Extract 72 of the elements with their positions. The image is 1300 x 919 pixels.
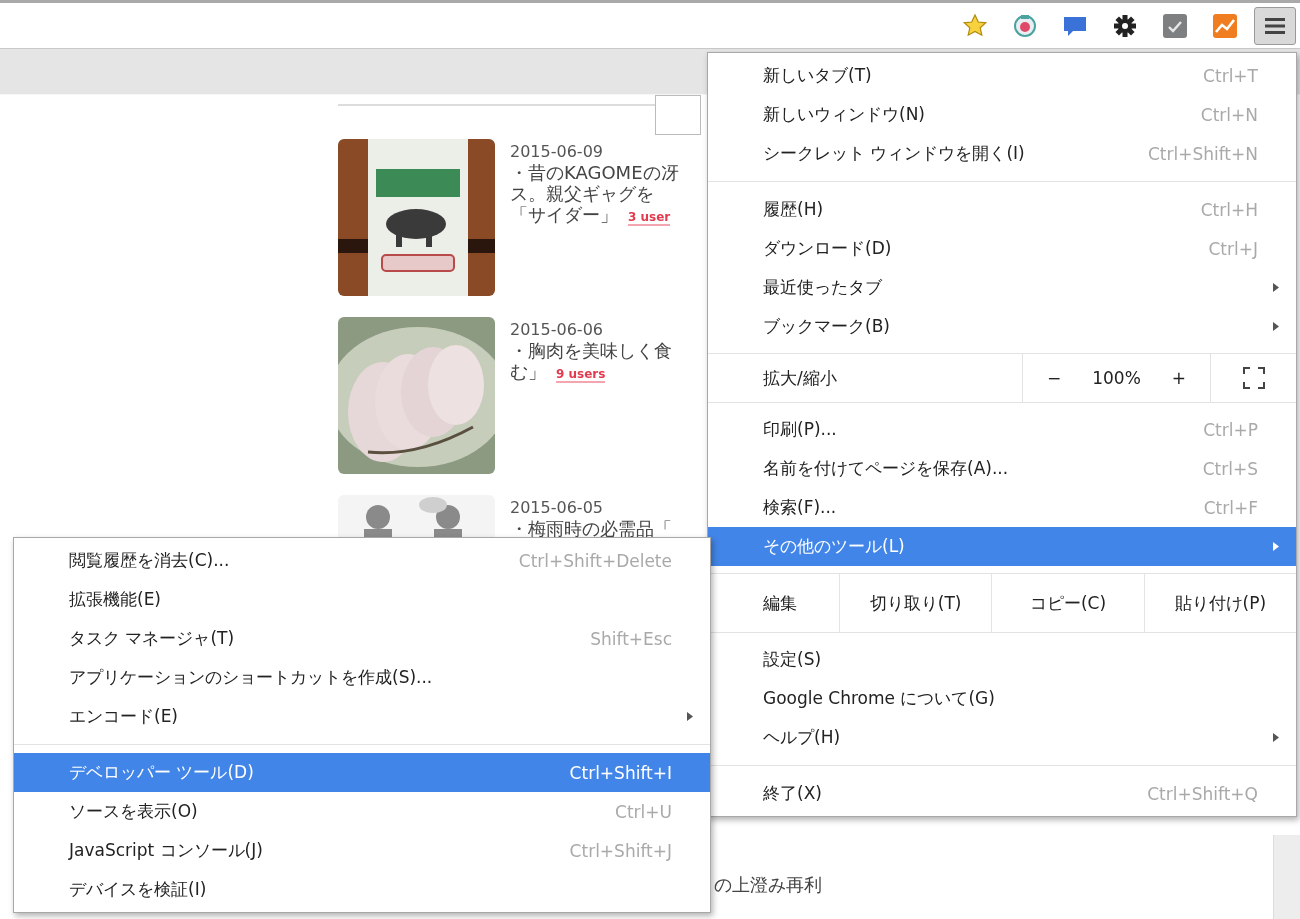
zoom-level: 100% bbox=[1092, 368, 1141, 388]
article-text: ・胸肉を美味しく食 bbox=[510, 340, 672, 361]
menu-item[interactable]: ソースを表示(O) Ctrl+U bbox=[14, 792, 710, 831]
shortcut-text: Ctrl+Shift+N bbox=[1147, 143, 1258, 164]
article-text: 「サイダー」 bbox=[510, 204, 618, 225]
chart-icon[interactable] bbox=[1212, 12, 1238, 39]
menu-item[interactable]: シークレット ウィンドウを開く(I) Ctrl+Shift+N bbox=[708, 134, 1296, 173]
edit-button[interactable]: 切り取り(T) bbox=[839, 574, 992, 632]
article-date: 2015-06-05 bbox=[510, 497, 604, 518]
article-text: ・梅雨時の必需品「 bbox=[510, 518, 672, 539]
menu-item[interactable]: 閲覧履歴を消去(C)... Ctrl+Shift+Delete bbox=[14, 541, 710, 580]
shortcut-text: Ctrl+Shift+I bbox=[569, 762, 672, 783]
star-icon[interactable] bbox=[962, 12, 988, 39]
shortcut-text: Ctrl+Shift+Q bbox=[1147, 783, 1258, 804]
submenu-arrow-icon bbox=[1273, 542, 1279, 551]
scrollbar-track[interactable] bbox=[1273, 835, 1300, 919]
submenu-arrow-icon bbox=[687, 712, 693, 721]
article-text: ・昔のKAGOMEの冴 bbox=[510, 162, 679, 183]
shortcut-text: Ctrl+Shift+Delete bbox=[518, 550, 672, 571]
menu-item[interactable]: 印刷(P)... Ctrl+P bbox=[708, 410, 1296, 449]
edit-label: 編集 bbox=[762, 591, 798, 615]
menu-item[interactable]: JavaScript コンソール(J) Ctrl+Shift+J bbox=[14, 831, 710, 870]
menu-item[interactable]: ダウンロード(D) Ctrl+J bbox=[708, 229, 1296, 268]
zoom-in-button[interactable]: + bbox=[1165, 364, 1192, 392]
menu-item[interactable]: 履歴(H) Ctrl+H bbox=[708, 190, 1296, 229]
check-box-icon[interactable] bbox=[1162, 12, 1188, 39]
edit-button[interactable]: コピー(C) bbox=[991, 574, 1144, 632]
menu-item[interactable]: 設定(S) bbox=[708, 640, 1296, 679]
shortcut-text: Ctrl+N bbox=[1200, 104, 1258, 125]
menu-item[interactable]: アプリケーションのショートカットを作成(S)... bbox=[14, 658, 710, 697]
shortcut-text: Ctrl+S bbox=[1202, 458, 1258, 479]
menu-item[interactable]: エンコード(E) bbox=[14, 697, 710, 736]
shortcut-text: Ctrl+U bbox=[615, 801, 672, 822]
shortcut-text: Ctrl+T bbox=[1203, 65, 1258, 86]
article-date: 2015-06-09 bbox=[510, 141, 604, 162]
zoom-out-button[interactable]: − bbox=[1041, 364, 1068, 392]
zoom-label: 拡大/縮小 bbox=[762, 366, 838, 390]
bookmark-count-link[interactable]: 3 user bbox=[628, 210, 671, 226]
menu-item[interactable]: Google Chrome について(G) bbox=[708, 679, 1296, 718]
article-text: の上澄み再利 bbox=[714, 873, 822, 897]
submenu-arrow-icon bbox=[1273, 283, 1279, 292]
menu-item[interactable]: 終了(X) Ctrl+Shift+Q bbox=[708, 774, 1296, 813]
menu-item[interactable]: 検索(F)... Ctrl+F bbox=[708, 488, 1296, 527]
menu-item[interactable]: ヘルプ(H) bbox=[708, 718, 1296, 757]
search-field[interactable] bbox=[655, 95, 701, 135]
edit-button[interactable]: 貼り付け(P) bbox=[1143, 574, 1296, 632]
menu-item[interactable]: タスク マネージャ(T) Shift+Esc bbox=[14, 619, 710, 658]
menu-item[interactable]: 名前を付けてページを保存(A)... Ctrl+S bbox=[708, 449, 1296, 488]
shortcut-text: Ctrl+Shift+J bbox=[569, 840, 672, 861]
shortcut-text: Ctrl+J bbox=[1208, 238, 1258, 259]
menu-item[interactable]: 新しいウィンドウ(N) Ctrl+N bbox=[708, 95, 1296, 134]
settings-icon[interactable] bbox=[1112, 12, 1138, 39]
shortcut-text: Ctrl+F bbox=[1203, 497, 1258, 518]
menu-item[interactable]: その他のツール(L) bbox=[708, 527, 1296, 566]
menu-button[interactable] bbox=[1254, 6, 1296, 45]
shortcut-text: Ctrl+H bbox=[1200, 199, 1258, 220]
menu-item[interactable]: 拡張機能(E) bbox=[14, 580, 710, 619]
menu-item[interactable]: デベロッパー ツール(D) Ctrl+Shift+I bbox=[14, 753, 710, 792]
article-date: 2015-06-06 bbox=[510, 319, 604, 340]
menu-item[interactable]: 最近使ったタブ bbox=[708, 268, 1296, 307]
submenu-arrow-icon bbox=[1273, 322, 1279, 331]
article-text: む」 bbox=[510, 361, 546, 382]
article-text: ス。親父ギャグを bbox=[510, 183, 655, 204]
fullscreen-icon bbox=[1242, 367, 1265, 389]
menu-item[interactable]: 新しいタブ(T) Ctrl+T bbox=[708, 56, 1296, 95]
submenu-arrow-icon bbox=[1273, 733, 1279, 742]
bookmark-count-link[interactable]: 9 users bbox=[556, 367, 606, 383]
shortcut-text: Shift+Esc bbox=[590, 628, 672, 649]
menu-icon bbox=[1265, 16, 1285, 35]
menu-item[interactable]: ブックマーク(B) bbox=[708, 307, 1296, 346]
shortcut-text: Ctrl+P bbox=[1203, 419, 1258, 440]
menu-item[interactable]: デバイスを検証(I) bbox=[14, 870, 710, 909]
